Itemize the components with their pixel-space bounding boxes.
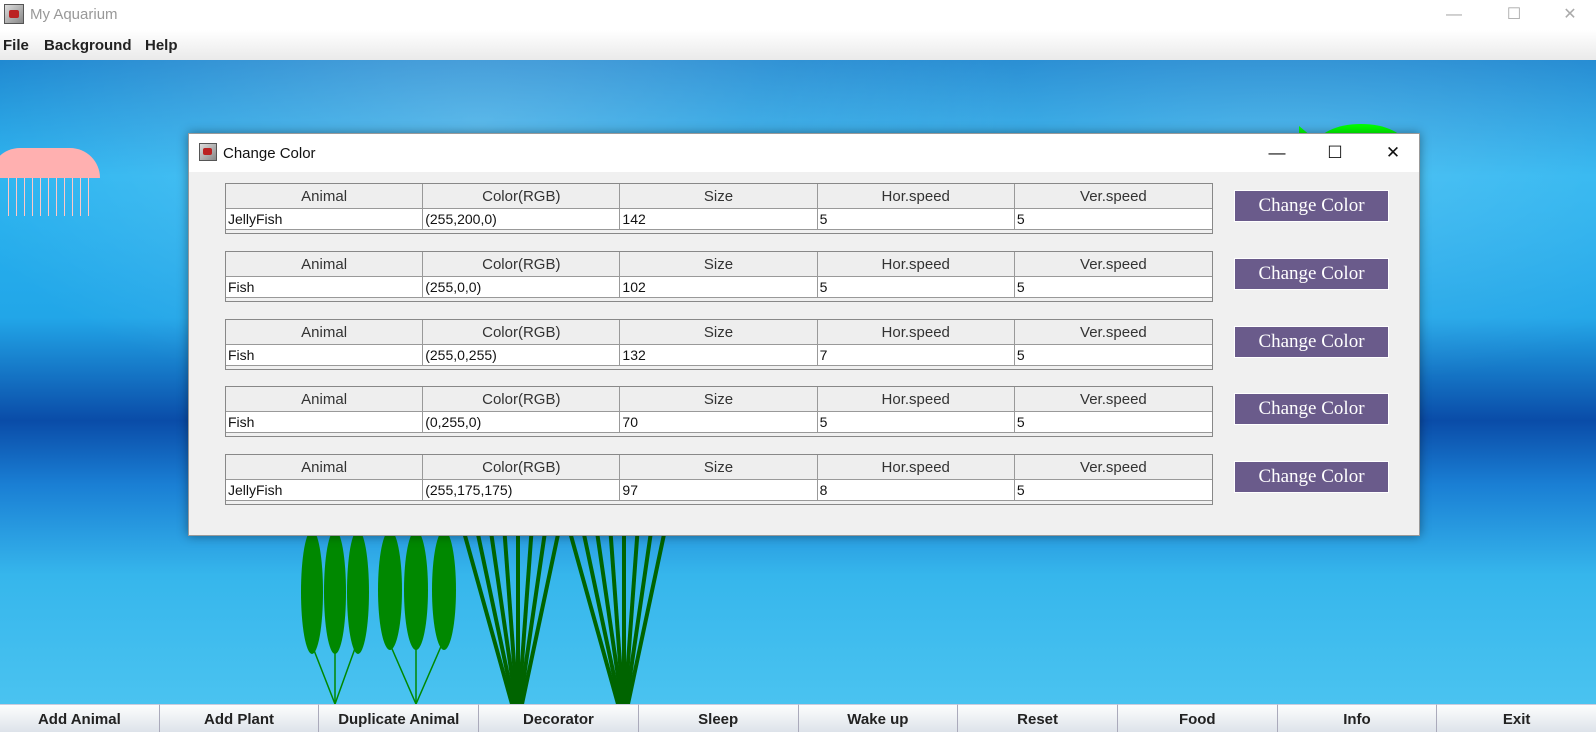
column-header-color[interactable]: Color(RGB) bbox=[423, 320, 621, 345]
window-title-bar: My Aquarium — ☐ ✕ bbox=[0, 0, 1596, 30]
column-header-animal[interactable]: Animal bbox=[226, 387, 424, 412]
column-header-color[interactable]: Color(RGB) bbox=[423, 184, 621, 209]
close-button[interactable]: ✕ bbox=[1540, 0, 1596, 30]
column-header-ver-speed[interactable]: Ver.speed bbox=[1014, 387, 1212, 412]
cell-animal[interactable]: JellyFish bbox=[226, 480, 424, 501]
change-color-button[interactable]: Change Color bbox=[1234, 461, 1389, 493]
column-header-size[interactable]: Size bbox=[620, 320, 818, 345]
sleep-button[interactable]: Sleep bbox=[638, 704, 799, 732]
table-row[interactable]: JellyFish (255,200,0) 142 5 5 bbox=[226, 209, 1212, 230]
dialog-minimize-button[interactable]: — bbox=[1255, 138, 1299, 168]
column-header-animal[interactable]: Animal bbox=[226, 184, 424, 209]
column-header-color[interactable]: Color(RGB) bbox=[423, 387, 621, 412]
decorator-button[interactable]: Decorator bbox=[479, 704, 639, 732]
animal-table: Animal Color(RGB) Size Hor.speed Ver.spe… bbox=[225, 251, 1213, 302]
change-color-dialog: Change Color — ☐ ✕ Animal Color(RGB) Siz… bbox=[188, 133, 1420, 536]
plant-leafy bbox=[378, 530, 456, 704]
cell-color[interactable]: (255,0,255) bbox=[423, 345, 621, 366]
plant-leafy bbox=[301, 530, 369, 704]
column-header-size[interactable]: Size bbox=[620, 252, 818, 277]
column-header-hor-speed[interactable]: Hor.speed bbox=[817, 387, 1015, 412]
change-color-button[interactable]: Change Color bbox=[1234, 258, 1389, 290]
plant-grass bbox=[462, 525, 562, 704]
cell-size[interactable]: 70 bbox=[620, 412, 818, 433]
cell-ver-speed[interactable]: 5 bbox=[1014, 412, 1212, 433]
dialog-title: Change Color bbox=[223, 145, 316, 162]
cell-ver-speed[interactable]: 5 bbox=[1014, 209, 1212, 230]
minimize-button[interactable]: — bbox=[1424, 0, 1484, 30]
column-header-animal[interactable]: Animal bbox=[226, 252, 424, 277]
dialog-maximize-button[interactable]: ☐ bbox=[1313, 138, 1357, 168]
add-animal-button[interactable]: Add Animal bbox=[0, 704, 160, 732]
column-header-color[interactable]: Color(RGB) bbox=[423, 455, 621, 480]
cell-hor-speed[interactable]: 5 bbox=[817, 209, 1015, 230]
animal-table: Animal Color(RGB) Size Hor.speed Ver.spe… bbox=[225, 183, 1213, 234]
column-header-hor-speed[interactable]: Hor.speed bbox=[817, 320, 1015, 345]
maximize-button[interactable]: ☐ bbox=[1484, 0, 1544, 30]
column-header-ver-speed[interactable]: Ver.speed bbox=[1014, 252, 1212, 277]
menu-help[interactable]: Help bbox=[145, 37, 178, 54]
column-header-hor-speed[interactable]: Hor.speed bbox=[817, 184, 1015, 209]
wake-up-button[interactable]: Wake up bbox=[798, 704, 959, 732]
change-color-button[interactable]: Change Color bbox=[1234, 326, 1389, 358]
cell-animal[interactable]: Fish bbox=[226, 345, 424, 366]
column-header-hor-speed[interactable]: Hor.speed bbox=[817, 252, 1015, 277]
cell-hor-speed[interactable]: 5 bbox=[817, 412, 1015, 433]
column-header-size[interactable]: Size bbox=[620, 455, 818, 480]
cell-size[interactable]: 102 bbox=[620, 277, 818, 298]
food-button[interactable]: Food bbox=[1117, 704, 1278, 732]
window-title: My Aquarium bbox=[30, 6, 118, 23]
cell-hor-speed[interactable]: 7 bbox=[817, 345, 1015, 366]
jellyfish bbox=[0, 148, 100, 218]
duplicate-animal-button[interactable]: Duplicate Animal bbox=[319, 704, 480, 732]
table-row[interactable]: Fish (255,0,255) 132 7 5 bbox=[226, 345, 1212, 366]
column-header-color[interactable]: Color(RGB) bbox=[423, 252, 621, 277]
animal-table: Animal Color(RGB) Size Hor.speed Ver.spe… bbox=[225, 319, 1213, 370]
add-plant-button[interactable]: Add Plant bbox=[159, 704, 320, 732]
menu-file[interactable]: File bbox=[3, 37, 29, 54]
cell-color[interactable]: (0,255,0) bbox=[423, 412, 621, 433]
reset-button[interactable]: Reset bbox=[958, 704, 1118, 732]
change-color-button[interactable]: Change Color bbox=[1234, 393, 1389, 425]
bottom-button-bar: Add Animal Add Plant Duplicate Animal De… bbox=[0, 704, 1596, 732]
cell-color[interactable]: (255,0,0) bbox=[423, 277, 621, 298]
animal-table: Animal Color(RGB) Size Hor.speed Ver.spe… bbox=[225, 386, 1213, 437]
table-row[interactable]: Fish (255,0,0) 102 5 5 bbox=[226, 277, 1212, 298]
cell-animal[interactable]: Fish bbox=[226, 412, 424, 433]
cell-ver-speed[interactable]: 5 bbox=[1014, 277, 1212, 298]
column-header-hor-speed[interactable]: Hor.speed bbox=[817, 455, 1015, 480]
dialog-app-icon bbox=[199, 143, 217, 161]
cell-hor-speed[interactable]: 5 bbox=[817, 277, 1015, 298]
cell-animal[interactable]: JellyFish bbox=[226, 209, 424, 230]
change-color-button[interactable]: Change Color bbox=[1234, 190, 1389, 222]
cell-color[interactable]: (255,175,175) bbox=[423, 480, 621, 501]
column-header-ver-speed[interactable]: Ver.speed bbox=[1014, 184, 1212, 209]
dialog-close-button[interactable]: ✕ bbox=[1371, 138, 1415, 168]
cell-hor-speed[interactable]: 8 bbox=[817, 480, 1015, 501]
table-row[interactable]: Fish (0,255,0) 70 5 5 bbox=[226, 412, 1212, 433]
cell-size[interactable]: 142 bbox=[620, 209, 818, 230]
exit-button[interactable]: Exit bbox=[1437, 704, 1596, 732]
column-header-ver-speed[interactable]: Ver.speed bbox=[1014, 320, 1212, 345]
animal-table: Animal Color(RGB) Size Hor.speed Ver.spe… bbox=[225, 454, 1213, 505]
column-header-animal[interactable]: Animal bbox=[226, 320, 424, 345]
cell-color[interactable]: (255,200,0) bbox=[423, 209, 621, 230]
menu-background[interactable]: Background bbox=[44, 37, 132, 54]
cell-size[interactable]: 132 bbox=[620, 345, 818, 366]
plant-grass bbox=[568, 525, 668, 704]
cell-ver-speed[interactable]: 5 bbox=[1014, 345, 1212, 366]
info-button[interactable]: Info bbox=[1277, 704, 1438, 732]
table-row[interactable]: JellyFish (255,175,175) 97 8 5 bbox=[226, 480, 1212, 501]
cell-ver-speed[interactable]: 5 bbox=[1014, 480, 1212, 501]
cell-size[interactable]: 97 bbox=[620, 480, 818, 501]
column-header-ver-speed[interactable]: Ver.speed bbox=[1014, 455, 1212, 480]
column-header-animal[interactable]: Animal bbox=[226, 455, 424, 480]
cell-animal[interactable]: Fish bbox=[226, 277, 424, 298]
column-header-size[interactable]: Size bbox=[620, 387, 818, 412]
dialog-title-bar: Change Color — ☐ ✕ bbox=[189, 134, 1419, 172]
column-header-size[interactable]: Size bbox=[620, 184, 818, 209]
menu-bar: File Background Help bbox=[0, 30, 1596, 60]
app-icon bbox=[4, 4, 24, 24]
